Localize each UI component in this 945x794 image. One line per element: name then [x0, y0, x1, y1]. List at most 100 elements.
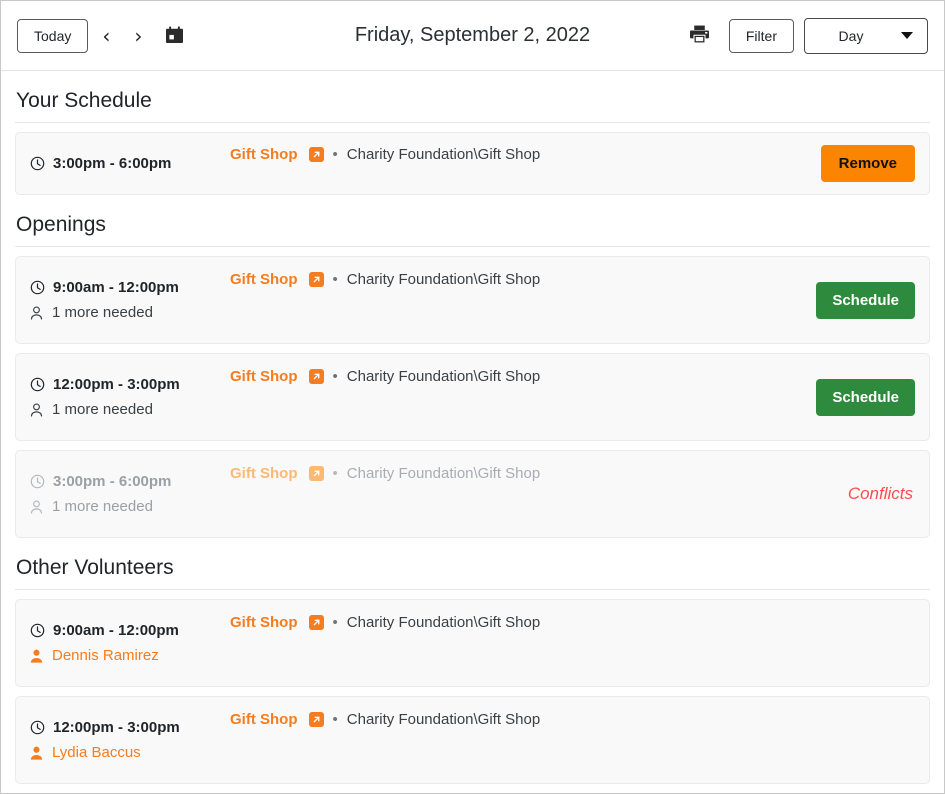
row-path: Charity Foundation\Gift Shop: [347, 271, 540, 288]
row-description: Gift Shop • Charity Foundation\Gift Shop: [230, 271, 540, 288]
gift-shop-link[interactable]: Gift Shop: [230, 465, 298, 482]
external-link-icon[interactable]: [309, 272, 324, 287]
section-divider: [15, 589, 930, 590]
gift-shop-link[interactable]: Gift Shop: [230, 271, 298, 288]
person-solid-icon: [30, 649, 43, 663]
row-time-column: 3:00pm - 6:00pm 1 more needed: [30, 473, 230, 515]
gift-shop-link[interactable]: Gift Shop: [230, 146, 298, 163]
section-other-volunteers: Other Volunteers 9:00am - 12:00pm: [15, 556, 930, 784]
section-divider: [15, 122, 930, 123]
prev-day-button[interactable]: ‹: [92, 22, 120, 50]
gift-shop-link[interactable]: Gift Shop: [230, 711, 298, 728]
schedule-button[interactable]: Schedule: [816, 379, 915, 416]
separator-dot: •: [331, 614, 340, 631]
row-subtext: 1 more needed: [30, 401, 230, 418]
section-your-schedule: Your Schedule 3:00pm - 6:00pm: [15, 89, 930, 195]
person-outline-icon: [30, 306, 43, 320]
view-mode-label: Day: [819, 28, 883, 44]
person-outline-icon: [30, 403, 43, 417]
row-path: Charity Foundation\Gift Shop: [347, 368, 540, 385]
clock-icon: [30, 156, 45, 171]
row-time-text: 3:00pm - 6:00pm: [53, 473, 171, 490]
row-path: Charity Foundation\Gift Shop: [347, 711, 540, 728]
row-path: Charity Foundation\Gift Shop: [347, 465, 540, 482]
clock-icon: [30, 720, 45, 735]
section-divider: [15, 246, 930, 247]
printer-icon: [690, 25, 709, 46]
person-solid-icon: [30, 746, 43, 760]
row-time-text: 12:00pm - 3:00pm: [53, 376, 180, 393]
external-link-icon[interactable]: [309, 369, 324, 384]
schedule-row[interactable]: 3:00pm - 6:00pm Gift Shop • Charity Foun…: [15, 132, 930, 195]
external-link-icon[interactable]: [309, 615, 324, 630]
remove-button[interactable]: Remove: [821, 145, 915, 182]
print-button[interactable]: [680, 21, 719, 50]
section-heading: Openings: [15, 213, 930, 237]
external-link-icon[interactable]: [309, 466, 324, 481]
external-link-icon[interactable]: [309, 712, 324, 727]
date-picker-button[interactable]: [156, 22, 193, 50]
row-time-text: 3:00pm - 6:00pm: [53, 155, 171, 172]
clock-icon: [30, 280, 45, 295]
gift-shop-link[interactable]: Gift Shop: [230, 368, 298, 385]
row-subtext-text: 1 more needed: [52, 304, 153, 321]
section-heading: Other Volunteers: [15, 556, 930, 580]
row-time: 3:00pm - 6:00pm: [30, 155, 230, 172]
row-time: 9:00am - 12:00pm: [30, 622, 230, 639]
row-time-text: 9:00am - 12:00pm: [53, 622, 179, 639]
row-time-column: 12:00pm - 3:00pm 1 more needed: [30, 376, 230, 418]
row-path: Charity Foundation\Gift Shop: [347, 614, 540, 631]
chevron-left-icon: ‹: [102, 26, 110, 46]
section-heading: Your Schedule: [15, 89, 930, 113]
volunteer-row[interactable]: 9:00am - 12:00pm Dennis Ramirez: [15, 599, 930, 687]
volunteer-row[interactable]: 12:00pm - 3:00pm Lydia Baccus: [15, 696, 930, 784]
calendar-toolbar: Today ‹ › Friday, September 2, 2022: [1, 1, 944, 71]
separator-dot: •: [331, 711, 340, 728]
opening-row[interactable]: 9:00am - 12:00pm 1 more needed: [15, 256, 930, 344]
row-description: Gift Shop • Charity Foundation\Gift Shop: [230, 614, 540, 631]
calendar-icon: [166, 26, 183, 46]
row-action-column: Schedule: [804, 379, 915, 416]
conflicts-label: Conflicts: [848, 484, 915, 504]
row-volunteer: Lydia Baccus: [30, 744, 230, 761]
row-volunteer-name[interactable]: Lydia Baccus: [52, 744, 141, 761]
clock-icon: [30, 377, 45, 392]
external-link-icon[interactable]: [309, 147, 324, 162]
section-rows: 9:00am - 12:00pm 1 more needed: [15, 256, 930, 538]
separator-dot: •: [331, 465, 340, 482]
today-button[interactable]: Today: [17, 19, 88, 53]
opening-row[interactable]: 12:00pm - 3:00pm 1 more needed: [15, 353, 930, 441]
row-description: Gift Shop • Charity Foundation\Gift Shop: [230, 465, 540, 482]
toolbar-left-group: Today ‹ ›: [17, 19, 193, 53]
schedule-button[interactable]: Schedule: [816, 282, 915, 319]
schedule-content: Your Schedule 3:00pm - 6:00pm: [1, 89, 944, 784]
view-mode-select[interactable]: Day: [804, 18, 928, 54]
separator-dot: •: [331, 368, 340, 385]
row-time: 12:00pm - 3:00pm: [30, 719, 230, 736]
separator-dot: •: [331, 271, 340, 288]
chevron-down-icon: [901, 32, 913, 39]
row-time-text: 12:00pm - 3:00pm: [53, 719, 180, 736]
row-subtext: 1 more needed: [30, 304, 230, 321]
section-rows: 9:00am - 12:00pm Dennis Ramirez: [15, 599, 930, 784]
opening-row-conflicting: 3:00pm - 6:00pm 1 more needed: [15, 450, 930, 538]
row-time-column: 9:00am - 12:00pm Dennis Ramirez: [30, 622, 230, 664]
filter-button[interactable]: Filter: [729, 19, 794, 53]
row-volunteer-name[interactable]: Dennis Ramirez: [52, 647, 159, 664]
row-action-column: Schedule: [804, 282, 915, 319]
clock-icon: [30, 474, 45, 489]
section-openings: Openings 9:00am - 12:00pm: [15, 213, 930, 538]
row-time: 3:00pm - 6:00pm: [30, 473, 230, 490]
row-subtext-text: 1 more needed: [52, 498, 153, 515]
row-time-text: 9:00am - 12:00pm: [53, 279, 179, 296]
row-time-column: 12:00pm - 3:00pm Lydia Baccus: [30, 719, 230, 761]
row-time-column: 9:00am - 12:00pm 1 more needed: [30, 279, 230, 321]
row-volunteer: Dennis Ramirez: [30, 647, 230, 664]
person-outline-icon: [30, 500, 43, 514]
gift-shop-link[interactable]: Gift Shop: [230, 614, 298, 631]
row-subtext-text: 1 more needed: [52, 401, 153, 418]
next-day-button[interactable]: ›: [124, 22, 152, 50]
row-action-column: Conflicts: [836, 484, 915, 504]
row-time-column: 3:00pm - 6:00pm: [30, 155, 230, 172]
row-description: Gift Shop • Charity Foundation\Gift Shop: [230, 368, 540, 385]
